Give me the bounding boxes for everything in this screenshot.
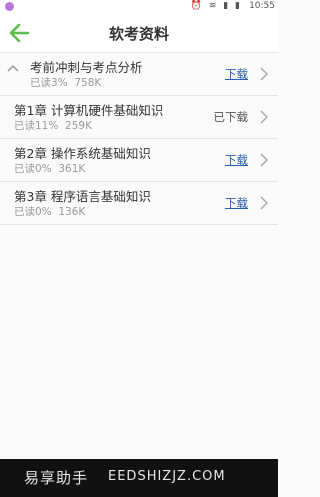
downloaded-label: 已下载 — [213, 110, 249, 124]
watermark-en: EEDSHIZJZ.COM — [108, 469, 226, 484]
item-size: 259K — [65, 120, 92, 132]
app-bar: 软考资料 — [0, 14, 278, 53]
chevron-right-icon[interactable] — [259, 66, 269, 82]
notification-icon — [5, 2, 14, 11]
list-item[interactable]: 考前冲刺与考点分析 已读3% 758K 下载 — [0, 53, 278, 96]
item-read: 已读11% — [14, 120, 59, 132]
item-title: 第3章 程序语言基础知识 — [14, 189, 151, 204]
file-list: 考前冲刺与考点分析 已读3% 758K 下载 第1章 计算机硬件基础知识 已读1… — [0, 53, 278, 225]
chevron-right-icon[interactable] — [259, 152, 269, 168]
item-meta: 已读3% 758K — [30, 75, 101, 90]
list-item[interactable]: 第1章 计算机硬件基础知识 已读11% 259K 已下载 — [0, 96, 278, 139]
page-title: 软考资料 — [108, 25, 169, 43]
item-size: 361K — [58, 163, 86, 175]
item-meta: 已读0% 136K — [14, 204, 85, 219]
status-icons: ⏰ ≋ ▮ ▮ — [190, 1, 242, 11]
item-meta: 已读0% 361K — [14, 161, 85, 176]
item-title: 考前冲刺与考点分析 — [30, 60, 143, 75]
item-read: 已读3% — [30, 77, 68, 89]
item-read: 已读0% — [14, 163, 52, 175]
list-item[interactable]: 第2章 操作系统基础知识 已读0% 361K 下载 — [0, 139, 278, 182]
item-read: 已读0% — [14, 206, 52, 218]
item-meta: 已读11% 259K — [14, 118, 92, 133]
download-button[interactable]: 下载 — [225, 195, 248, 211]
download-button[interactable]: 下载 — [225, 66, 248, 82]
status-bar: ⏰ ≋ ▮ ▮ 10:55 — [0, 0, 278, 14]
chevron-right-icon[interactable] — [259, 195, 269, 211]
status-time: 10:55 — [249, 1, 275, 11]
download-button[interactable]: 下载 — [225, 152, 248, 168]
watermark-bar: 易享助手 EEDSHIZJZ.COM — [0, 459, 278, 497]
item-title: 第2章 操作系统基础知识 — [14, 146, 151, 161]
chevron-right-icon[interactable] — [259, 109, 269, 125]
item-size: 136K — [58, 206, 86, 218]
item-title: 第1章 计算机硬件基础知识 — [14, 103, 164, 118]
collapse-chevron-icon[interactable] — [6, 63, 20, 73]
list-item[interactable]: 第3章 程序语言基础知识 已读0% 136K 下载 — [0, 182, 278, 225]
item-size: 758K — [74, 77, 102, 89]
watermark-cn: 易享助手 — [24, 469, 89, 487]
